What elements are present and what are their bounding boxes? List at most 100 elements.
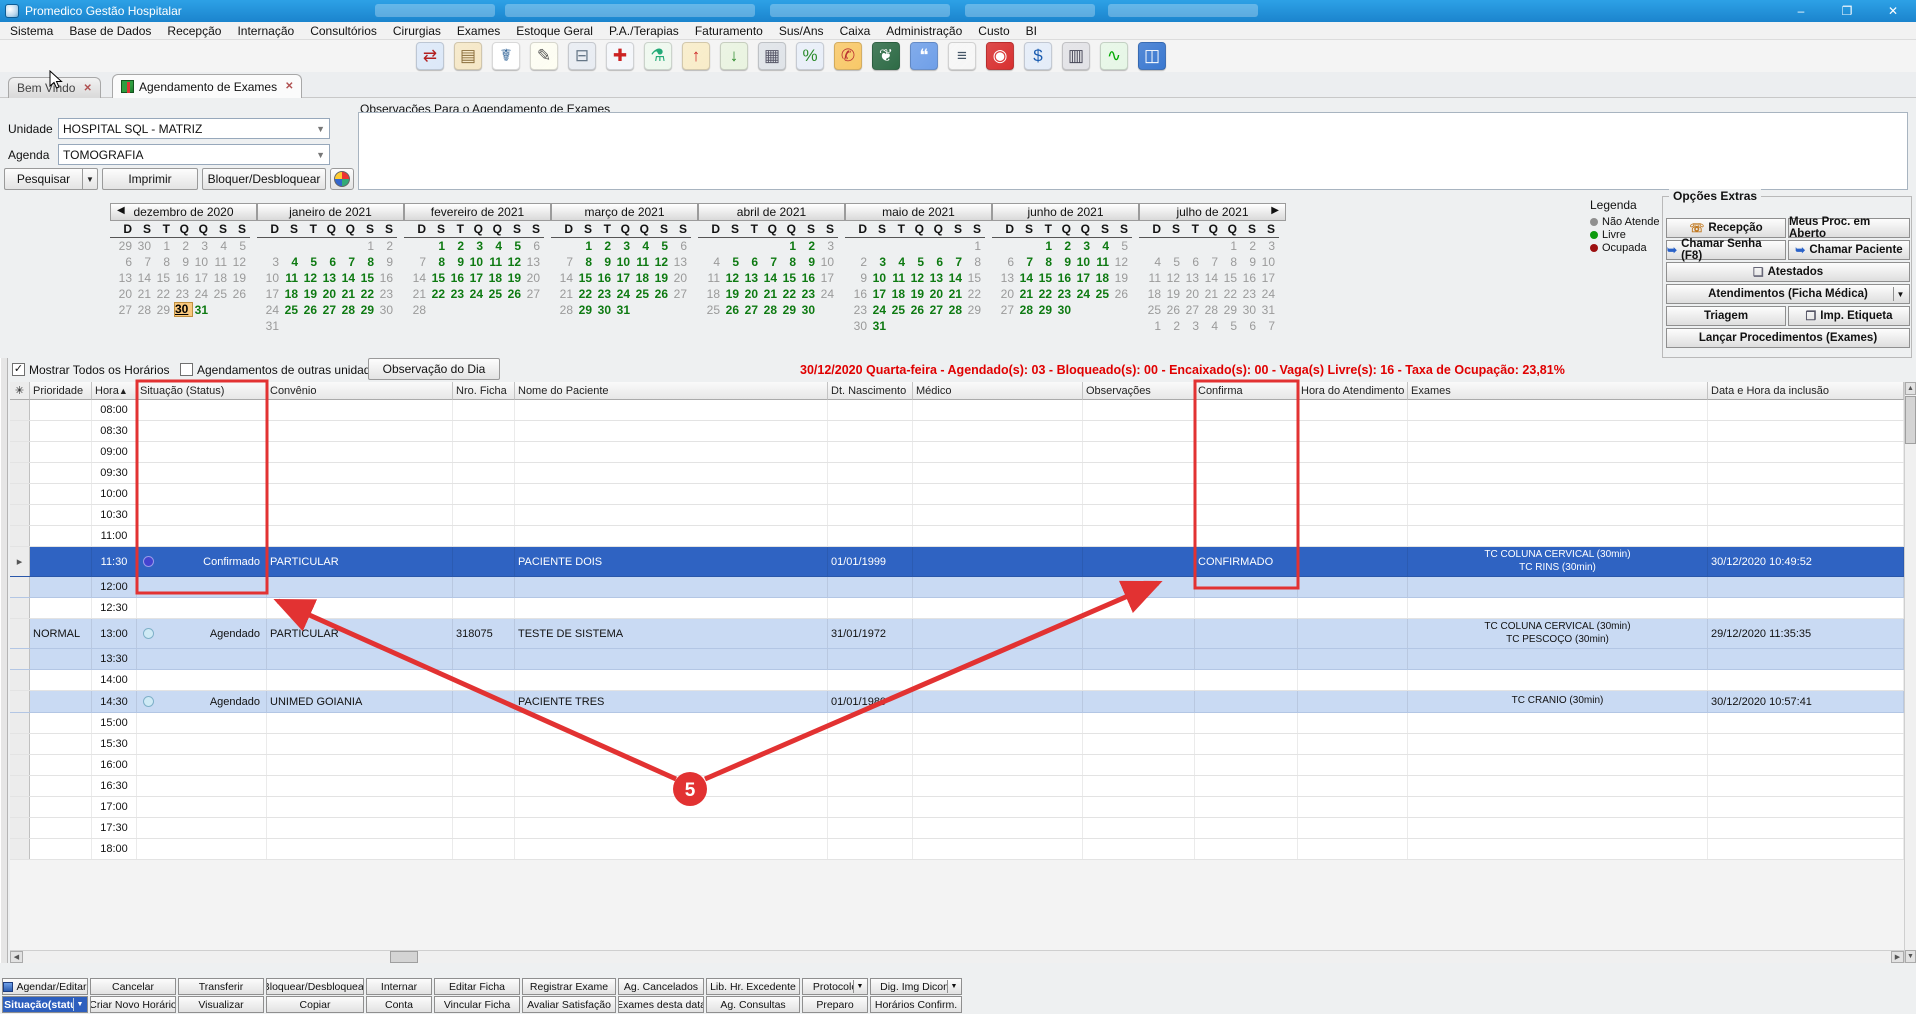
- calendar-day[interactable]: 14: [136, 270, 155, 286]
- calendar-day[interactable]: 19: [909, 286, 928, 302]
- calendar-day[interactable]: 26: [653, 286, 672, 302]
- bi-chart-icon[interactable]: ◫: [1138, 42, 1166, 70]
- calendar-day[interactable]: 8: [359, 254, 378, 270]
- calendar-day[interactable]: 17: [468, 270, 487, 286]
- calendar-day[interactable]: 24: [1260, 286, 1279, 302]
- calendar-day[interactable]: 22: [577, 286, 596, 302]
- calendar-day[interactable]: 11: [890, 270, 909, 286]
- day-note-button[interactable]: Observação do Dia: [368, 358, 500, 380]
- table-row[interactable]: 17:30: [10, 818, 1904, 839]
- table-row[interactable]: 14:00: [10, 670, 1904, 691]
- calendar-day[interactable]: 5: [1222, 318, 1241, 334]
- column-header-situa-o-status-[interactable]: Situação (Status): [137, 382, 267, 400]
- calendar-day[interactable]: 15: [1222, 270, 1241, 286]
- calendar-day[interactable]: 30: [800, 302, 819, 318]
- calendar-day[interactable]: 30: [1241, 302, 1260, 318]
- calendar-day[interactable]: 17: [193, 270, 212, 286]
- calendar-day[interactable]: 12: [909, 270, 928, 286]
- calendar-day[interactable]: 4: [634, 238, 653, 254]
- calendar-day[interactable]: 1: [966, 238, 985, 254]
- calendar-day[interactable]: 31: [264, 318, 283, 334]
- column-header-conv-nio[interactable]: Convênio: [267, 382, 453, 400]
- calendar-day[interactable]: 7: [1018, 254, 1037, 270]
- observacoes-textarea[interactable]: [358, 112, 1908, 190]
- chevron-down-icon[interactable]: ▼: [73, 998, 86, 1011]
- calendar-day[interactable]: 4: [890, 254, 909, 270]
- calendar-day-selected[interactable]: 30: [174, 302, 193, 317]
- calendar-day[interactable]: 27: [525, 286, 544, 302]
- calendar-day[interactable]: 21: [1018, 286, 1037, 302]
- calendar-day[interactable]: 3: [871, 254, 890, 270]
- calendar-day[interactable]: 9: [1056, 254, 1075, 270]
- calendar-day[interactable]: 5: [506, 238, 525, 254]
- calendar-day[interactable]: 2: [1241, 238, 1260, 254]
- calendar-day[interactable]: 20: [525, 270, 544, 286]
- table-row[interactable]: 17:00: [10, 797, 1904, 818]
- calendar-day[interactable]: 26: [231, 286, 250, 302]
- option-lan-ar-procedimentos-exames--button[interactable]: Lançar Procedimentos (Exames): [1666, 328, 1910, 348]
- calendar-day[interactable]: 14: [1203, 270, 1222, 286]
- calendar-day[interactable]: 6: [672, 238, 691, 254]
- calendar-day[interactable]: 9: [852, 270, 871, 286]
- menu-interna-o[interactable]: Internação: [229, 22, 302, 40]
- calendar-day[interactable]: 5: [653, 238, 672, 254]
- calendar-day[interactable]: 30: [596, 302, 615, 318]
- prescription-icon[interactable]: ✎: [530, 42, 558, 70]
- calendar-day[interactable]: 10: [468, 254, 487, 270]
- calendar-day[interactable]: 12: [302, 270, 321, 286]
- option-chamar-paciente-button[interactable]: ➥Chamar Paciente: [1788, 240, 1910, 260]
- menu-sus-ans[interactable]: Sus/Ans: [771, 22, 832, 40]
- calendar-day[interactable]: 27: [999, 302, 1018, 318]
- calendar-day[interactable]: 29: [1037, 302, 1056, 318]
- calendar-day[interactable]: 9: [174, 254, 193, 270]
- calendar-day[interactable]: 22: [1037, 286, 1056, 302]
- calendar-day[interactable]: 20: [321, 286, 340, 302]
- table-row[interactable]: 08:00: [10, 400, 1904, 421]
- calendar-day[interactable]: 13: [117, 270, 136, 286]
- column-header-confirma[interactable]: Confirma: [1195, 382, 1298, 400]
- calendar-day[interactable]: 1: [781, 238, 800, 254]
- calendar-next-icon[interactable]: ▶: [1271, 205, 1279, 216]
- calendar-day[interactable]: 22: [1222, 286, 1241, 302]
- table-row[interactable]: 08:30: [10, 421, 1904, 442]
- lib-hr-excedente-button[interactable]: Lib. Hr. Excedente: [706, 978, 800, 995]
- ambulance-icon[interactable]: ✚: [606, 42, 634, 70]
- calendar-day[interactable]: 23: [378, 286, 397, 302]
- calendar-day[interactable]: 24: [468, 286, 487, 302]
- calendar-day[interactable]: 3: [1184, 318, 1203, 334]
- calendar-day[interactable]: 3: [615, 238, 634, 254]
- option-atestados-button[interactable]: ❏Atestados: [1666, 262, 1910, 282]
- calendar-day[interactable]: 4: [283, 254, 302, 270]
- table-row[interactable]: 10:00: [10, 484, 1904, 505]
- calendar-day[interactable]: 4: [1146, 254, 1165, 270]
- menu-faturamento[interactable]: Faturamento: [687, 22, 771, 40]
- calendar-day[interactable]: 9: [1241, 254, 1260, 270]
- calendar-day[interactable]: 11: [1146, 270, 1165, 286]
- calendar-day[interactable]: 11: [1094, 254, 1113, 270]
- calendar-day[interactable]: 23: [852, 302, 871, 318]
- calendar-day[interactable]: 11: [634, 254, 653, 270]
- table-row[interactable]: 11:00: [10, 526, 1904, 547]
- calendar-prev-icon[interactable]: ◀: [117, 205, 125, 216]
- calendar-day[interactable]: 31: [1260, 302, 1279, 318]
- close-tab-icon[interactable]: ✕: [285, 81, 293, 92]
- chat-icon[interactable]: ❝: [910, 42, 938, 70]
- calendar-day[interactable]: 10: [264, 270, 283, 286]
- calendar-day[interactable]: 7: [136, 254, 155, 270]
- calendar-day[interactable]: 8: [966, 254, 985, 270]
- calendar-day[interactable]: 2: [174, 238, 193, 254]
- unidade-select[interactable]: HOSPITAL SQL - MATRIZ ▼: [58, 118, 330, 139]
- calendar-day[interactable]: 25: [487, 286, 506, 302]
- table-row[interactable]: 09:00: [10, 442, 1904, 463]
- calendar-day[interactable]: 7: [558, 254, 577, 270]
- visualizar-button[interactable]: Visualizar: [178, 996, 264, 1013]
- calendar-day[interactable]: 8: [155, 254, 174, 270]
- calendar-day[interactable]: 17: [871, 286, 890, 302]
- copiar-button[interactable]: Copiar: [266, 996, 364, 1013]
- calendar-day[interactable]: 28: [947, 302, 966, 318]
- calendar-day[interactable]: 8: [1222, 254, 1241, 270]
- chevron-down-icon[interactable]: ▼: [853, 980, 866, 993]
- calendar-day[interactable]: 16: [800, 270, 819, 286]
- menu-cirurgias[interactable]: Cirurgias: [385, 22, 449, 40]
- calendar-day[interactable]: 11: [212, 254, 231, 270]
